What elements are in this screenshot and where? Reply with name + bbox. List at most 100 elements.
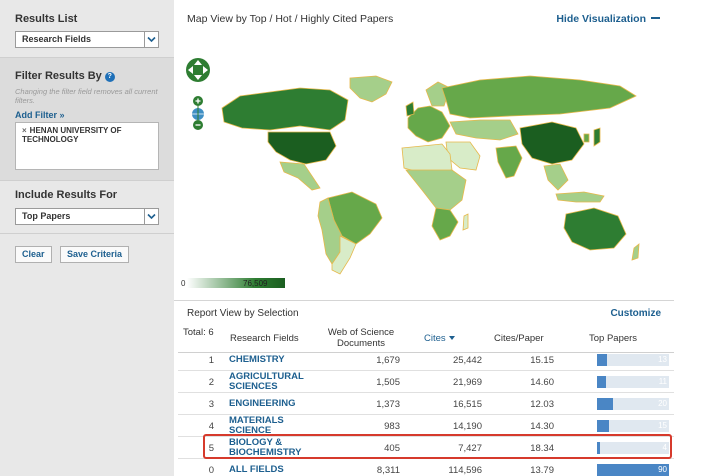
country-canada[interactable] [221,87,349,131]
row-rank: 4 [208,421,214,432]
sidebar: Results List Research Fields Filter Resu… [0,0,174,476]
wos-documents-value: 983 [384,421,400,432]
zoom-in-icon[interactable] [193,96,203,106]
include-results-select[interactable]: Top Papers [15,208,159,225]
remove-filter-icon[interactable]: × [22,126,27,135]
country-mexico[interactable] [279,161,321,191]
report-title: Report View by Selection [187,308,299,319]
country-indonesia[interactable] [555,191,605,203]
wos-documents-value: 1,505 [376,377,400,388]
save-criteria-button[interactable]: Save Criteria [59,246,130,263]
clear-button[interactable]: Clear [15,246,52,263]
country-central-asia[interactable] [449,119,519,141]
top-papers-value: 11 [658,377,667,386]
hide-visualization-link[interactable]: Hide Visualization [556,13,660,25]
country-china[interactable] [519,121,585,165]
zoom-out-icon[interactable] [193,120,203,130]
filter-title: Filter Results By [15,70,102,82]
world-map[interactable] [180,30,660,278]
cites-header[interactable]: Cites [424,333,455,344]
cites-per-paper-header[interactable]: Cites/Paper [494,333,544,344]
table-row[interactable]: 1 CHEMISTRY 1,679 25,442 15.15 13 [178,349,674,371]
top-papers-bar: 11 [597,376,669,388]
cites-per-paper-value: 13.79 [530,465,554,476]
cites-header-label: Cites [424,333,446,344]
pan-control-icon[interactable] [186,58,210,82]
row-rank: 2 [208,377,214,388]
filter-box: × HENAN UNIVERSITY OF TECHNOLOGY [15,122,159,170]
top-papers-value: 13 [658,355,667,364]
country-korea[interactable] [583,133,590,143]
highlight-box [203,434,672,459]
chevron-down-icon[interactable] [144,209,158,224]
cites-value: 25,442 [452,355,482,366]
wos-documents-value: 1,373 [376,399,400,410]
add-filter-link[interactable]: Add Filter » [15,110,159,120]
report-divider [174,300,674,301]
cites-per-paper-value: 14.30 [530,421,554,432]
top-papers-bar-fill [597,420,609,432]
country-india[interactable] [495,145,523,179]
cites-value: 14,190 [452,421,482,432]
country-southern-africa[interactable] [431,207,459,241]
legend-min-label: 0 [181,279,186,288]
filter-chip-label: HENAN UNIVERSITY OF TECHNOLOGY [22,126,122,144]
table-row[interactable]: 2 AGRICULTURAL SCIENCES 1,505 21,969 14.60 11 [178,371,674,393]
table-row[interactable]: 0 ALL FIELDS 8,311 114,596 13.79 90 [178,459,674,476]
row-rank: 3 [208,399,214,410]
cites-per-paper-value: 14.60 [530,377,554,388]
results-list-selected: Research Fields [22,34,92,44]
chevron-down-icon[interactable] [144,32,158,47]
results-list-title: Results List [15,13,78,25]
research-fields-header[interactable]: Research Fields [230,333,299,344]
hide-visualization-label: Hide Visualization [556,13,646,25]
research-field-link[interactable]: MATERIALS SCIENCE [229,416,315,436]
country-southeast-asia[interactable] [543,163,569,191]
cites-per-paper-value: 12.03 [530,399,554,410]
results-list-select[interactable]: Research Fields [15,31,159,48]
top-papers-bar: 90 [597,464,669,476]
country-europe[interactable] [407,105,451,143]
country-russia[interactable] [441,75,637,119]
top-papers-bar: 13 [597,354,669,366]
filter-panel: Filter Results By? Changing the filter f… [0,58,174,180]
research-field-link[interactable]: ENGINEERING [229,399,349,409]
include-results-selected: Top Papers [22,211,71,221]
country-madagascar[interactable] [462,213,469,231]
country-japan[interactable] [593,127,601,147]
country-usa[interactable] [267,131,337,165]
row-rank: 1 [208,355,214,366]
filter-chip: × HENAN UNIVERSITY OF TECHNOLOGY [20,126,154,144]
legend-max-label: 76,509 [243,279,268,288]
total-header: Total: 6 [183,327,214,338]
cites-value: 114,596 [448,465,482,476]
country-uk[interactable] [405,101,415,117]
top-papers-bar-fill [597,354,608,366]
country-australia[interactable] [563,207,627,251]
top-papers-value: 15 [658,421,667,430]
filter-hint: Changing the filter field removes all cu… [15,87,158,105]
wos-documents-header[interactable]: Web of Science Documents [325,327,397,349]
research-field-link[interactable]: CHEMISTRY [229,355,349,365]
top-papers-header[interactable]: Top Papers [589,333,637,344]
map-title: Map View by Top / Hot / Highly Cited Pap… [187,13,394,25]
country-new-zealand[interactable] [631,243,640,261]
sort-descending-icon [448,336,455,340]
collapse-icon [651,17,660,19]
cites-value: 16,515 [452,399,482,410]
top-papers-value: 20 [658,399,667,408]
country-north-africa[interactable] [401,143,453,175]
research-field-link[interactable]: ALL FIELDS [229,465,349,475]
country-greenland[interactable] [349,75,393,103]
legend-color-scale [187,278,285,288]
wos-documents-value: 8,311 [376,465,400,476]
research-field-link[interactable]: AGRICULTURAL SCIENCES [229,372,315,392]
table-row[interactable]: 3 ENGINEERING 1,373 16,515 12.03 20 [178,393,674,415]
country-africa-central[interactable] [405,169,467,211]
top-papers-bar: 15 [597,420,669,432]
top-papers-bar-fill [597,398,613,410]
wos-documents-value: 1,679 [376,355,400,366]
customize-link[interactable]: Customize [610,308,661,319]
help-icon[interactable]: ? [104,72,115,82]
top-papers-bar-fill [597,376,606,388]
